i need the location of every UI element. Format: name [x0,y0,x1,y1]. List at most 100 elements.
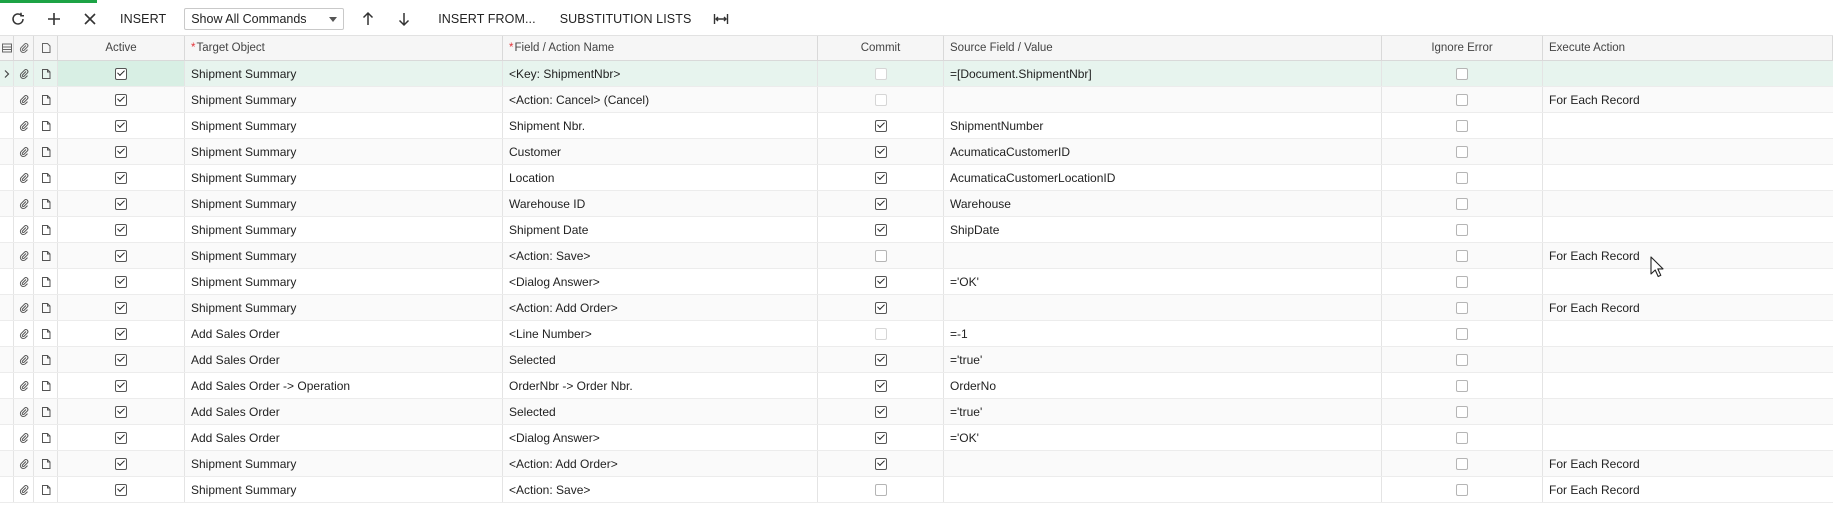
execute-action-cell[interactable]: For Each Record [1543,243,1833,268]
ignore-error-cell[interactable] [1382,295,1543,320]
commit-checkbox[interactable] [874,405,887,418]
note-icon[interactable] [40,198,52,210]
paperclip-icon[interactable] [18,328,30,340]
note-icon[interactable] [40,94,52,106]
execute-action-cell[interactable] [1543,321,1833,346]
ignore-error-checkbox[interactable] [1456,249,1468,262]
row-selector[interactable] [0,321,14,346]
target-object-cell[interactable]: Shipment Summary [185,217,503,242]
active-checkbox[interactable] [115,457,127,470]
row-selector[interactable] [0,477,14,502]
active-cell[interactable] [58,295,185,320]
table-row[interactable]: Add Sales Order <Dialog Answer> ='OK' [0,425,1833,451]
substitution-lists-button[interactable]: SUBSTITUTION LISTS [548,3,704,36]
row-note[interactable] [34,269,58,294]
field-action-cell[interactable]: Shipment Date [503,217,818,242]
insert-button[interactable]: INSERT [108,3,178,36]
row-attachment[interactable] [14,61,34,86]
ignore-error-checkbox[interactable] [1456,93,1468,106]
fit-columns-icon[interactable] [703,3,739,36]
execute-action-cell[interactable] [1543,61,1833,86]
commit-checkbox[interactable] [874,275,887,288]
execute-action-cell[interactable] [1543,373,1833,398]
source-field-cell[interactable]: AcumaticaCustomerLocationID [944,165,1382,190]
target-object-cell[interactable]: Shipment Summary [185,269,503,294]
row-note[interactable] [34,139,58,164]
paperclip-icon[interactable] [18,94,30,106]
row-selector[interactable] [0,165,14,190]
table-row[interactable]: Shipment Summary <Action: Save> For Each R… [0,477,1833,503]
paperclip-icon[interactable] [18,458,30,470]
row-note[interactable] [34,191,58,216]
table-row[interactable]: Shipment Summary <Action: Add Order> For E… [0,295,1833,321]
table-row[interactable]: Shipment Summary Shipment Nbr. ShipmentNum… [0,113,1833,139]
close-icon[interactable] [72,3,108,36]
active-checkbox[interactable] [115,67,127,80]
source-field-cell[interactable]: =-1 [944,321,1382,346]
source-field-cell[interactable]: ShipDate [944,217,1382,242]
target-object-cell[interactable]: Add Sales Order [185,321,503,346]
active-checkbox[interactable] [115,405,127,418]
row-note[interactable] [34,87,58,112]
column-header-commit[interactable]: Commit [818,36,944,60]
table-row[interactable]: Add Sales Order Selected ='true' [0,347,1833,373]
column-header-source-field[interactable]: Source Field / Value [944,36,1382,60]
ignore-error-cell[interactable] [1382,61,1543,86]
commit-checkbox[interactable] [874,379,887,392]
commit-checkbox[interactable] [874,197,887,210]
row-selector[interactable] [0,243,14,268]
target-object-cell[interactable]: Shipment Summary [185,113,503,138]
row-note[interactable] [34,477,58,502]
ignore-error-checkbox[interactable] [1456,301,1468,314]
field-action-cell[interactable]: Customer [503,139,818,164]
arrow-up-icon[interactable] [350,3,386,36]
paperclip-icon[interactable] [18,302,30,314]
row-attachment[interactable] [14,243,34,268]
table-row[interactable]: Shipment Summary <Key: ShipmentNbr> =[Docu… [0,61,1833,87]
paperclip-icon[interactable] [18,484,30,496]
ignore-error-checkbox[interactable] [1456,483,1468,496]
column-header-target-object[interactable]: * Target Object [185,36,503,60]
row-selector[interactable] [0,269,14,294]
commit-cell[interactable] [818,295,944,320]
target-object-cell[interactable]: Shipment Summary [185,451,503,476]
note-icon[interactable] [40,146,52,158]
source-field-cell[interactable]: ='true' [944,347,1382,372]
commit-cell[interactable] [818,87,944,112]
active-checkbox[interactable] [115,249,127,262]
column-header-execute-action[interactable]: Execute Action [1543,36,1833,60]
ignore-error-cell[interactable] [1382,451,1543,476]
commit-cell[interactable] [818,477,944,502]
ignore-error-checkbox[interactable] [1456,327,1468,340]
field-action-cell[interactable]: Location [503,165,818,190]
active-checkbox[interactable] [115,197,127,210]
execute-action-cell[interactable] [1543,113,1833,138]
row-selector[interactable] [0,191,14,216]
row-attachment[interactable] [14,165,34,190]
row-attachment[interactable] [14,321,34,346]
table-row[interactable]: Shipment Summary <Action: Add Order> For E… [0,451,1833,477]
target-object-cell[interactable]: Shipment Summary [185,295,503,320]
ignore-error-cell[interactable] [1382,269,1543,294]
commit-checkbox[interactable] [874,119,887,132]
row-note[interactable] [34,217,58,242]
row-selector[interactable] [0,451,14,476]
field-action-cell[interactable]: <Action: Save> [503,477,818,502]
target-object-cell[interactable]: Shipment Summary [185,139,503,164]
note-icon[interactable] [40,276,52,288]
target-object-cell[interactable]: Add Sales Order [185,347,503,372]
execute-action-cell[interactable] [1543,217,1833,242]
execute-action-cell[interactable]: For Each Record [1543,477,1833,502]
note-icon[interactable] [40,172,52,184]
ignore-error-checkbox[interactable] [1456,431,1468,444]
paperclip-icon[interactable] [18,380,30,392]
commit-checkbox[interactable] [874,431,887,444]
active-cell[interactable] [58,61,185,86]
execute-action-cell[interactable] [1543,165,1833,190]
source-field-cell[interactable]: =[Document.ShipmentNbr] [944,61,1382,86]
ignore-error-checkbox[interactable] [1456,223,1468,236]
row-note[interactable] [34,321,58,346]
active-checkbox[interactable] [115,483,127,496]
note-icon[interactable] [40,406,52,418]
commit-checkbox[interactable] [874,171,887,184]
